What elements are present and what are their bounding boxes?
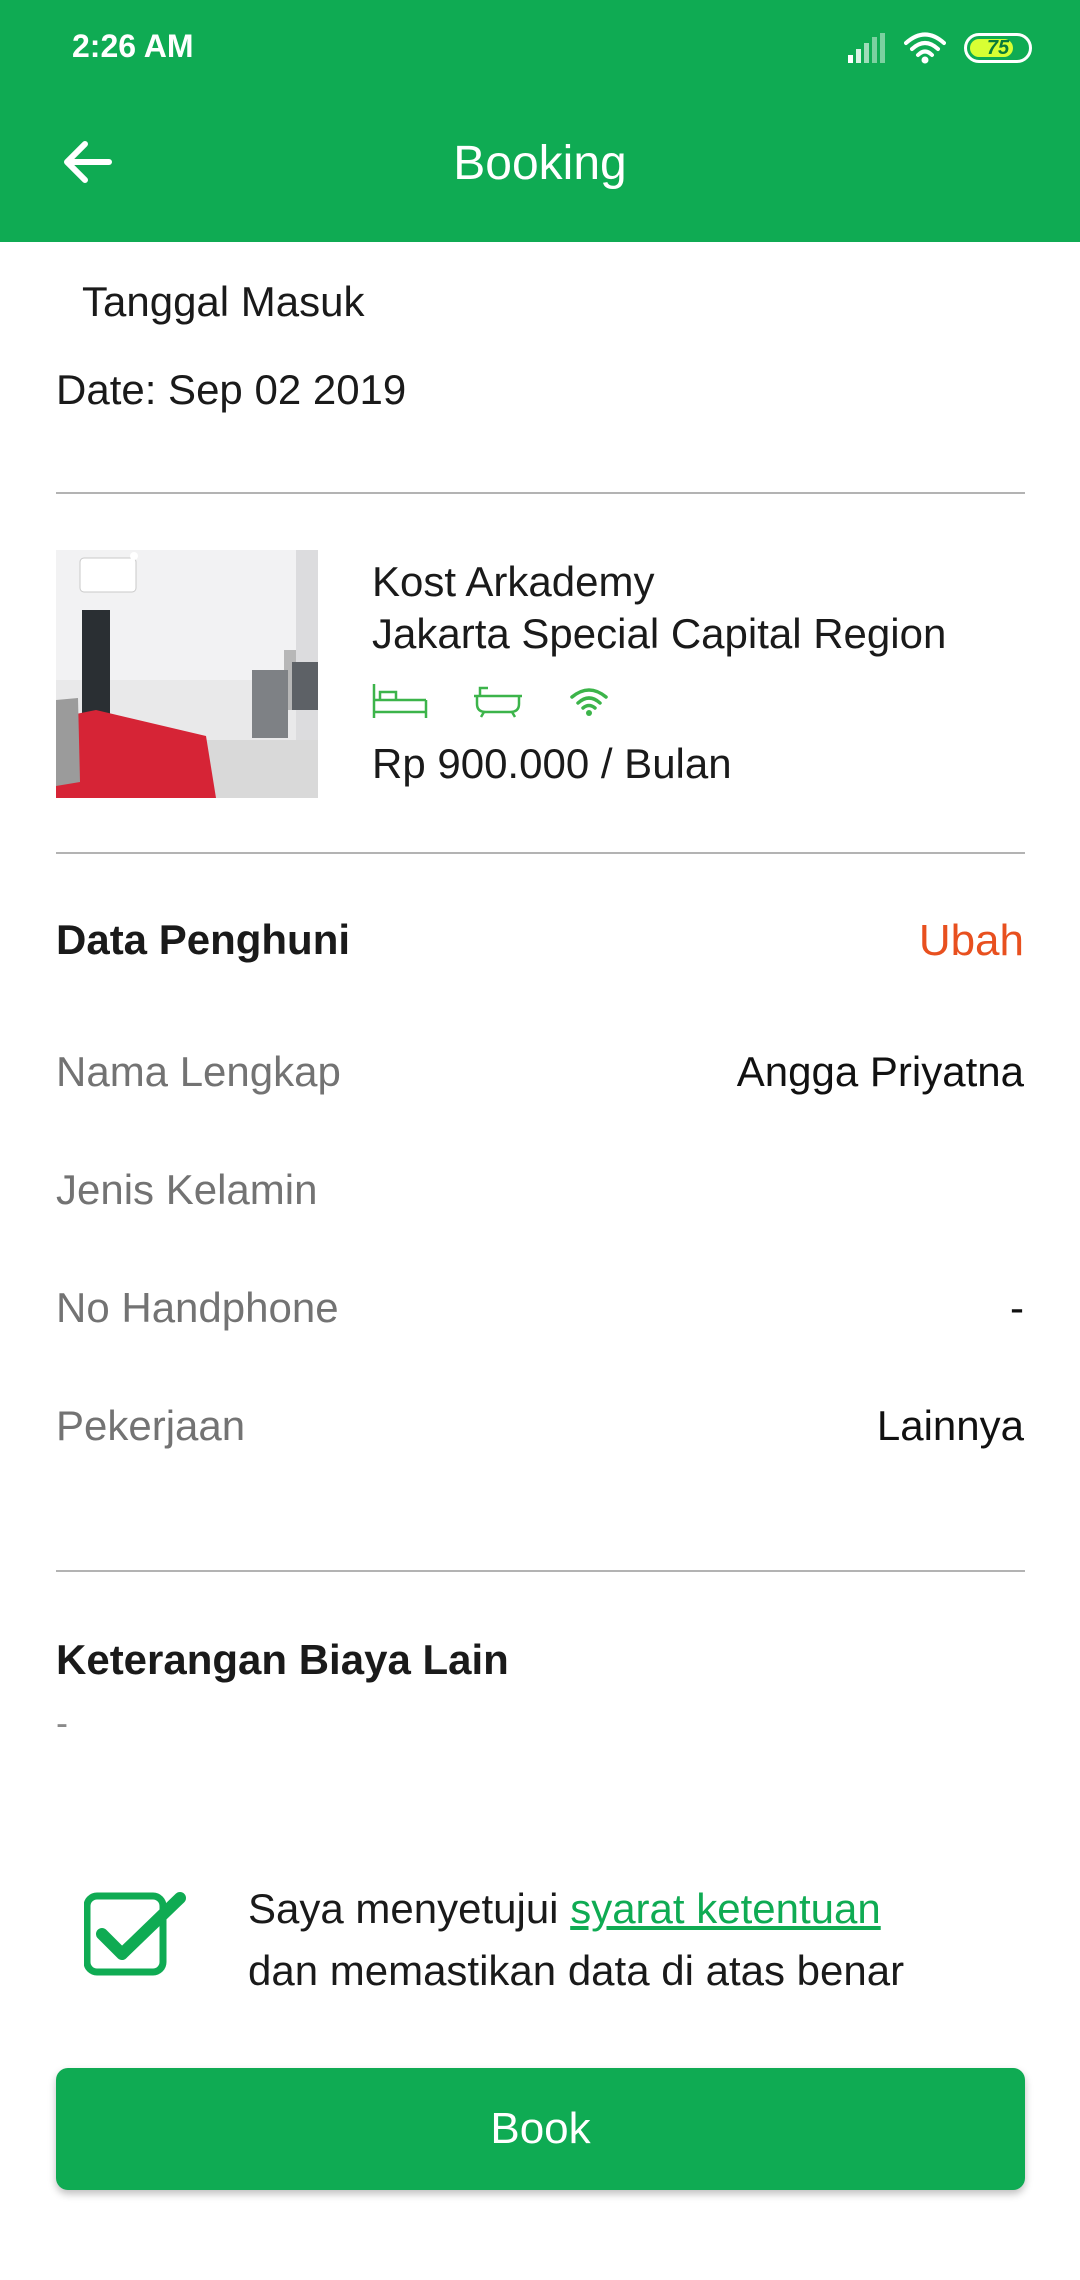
bed-icon xyxy=(372,684,428,718)
wifi-icon xyxy=(570,688,608,716)
divider xyxy=(56,1570,1025,1572)
other-costs-value: - xyxy=(56,1702,68,1743)
other-costs-title: Keterangan Biaya Lain xyxy=(56,1636,509,1683)
tenant-section-title: Data Penghuni xyxy=(56,916,351,963)
battery-level: 75 xyxy=(986,36,1010,59)
kost-location: Jakarta Special Capital Region xyxy=(372,610,947,657)
tenant-row-label: Pekerjaan xyxy=(56,1402,246,1449)
divider xyxy=(56,852,1025,854)
agreement-suffix: dan memastikan data di atas benar xyxy=(248,1947,905,1994)
agree-checkbox[interactable] xyxy=(83,1892,186,1976)
kost-name: Kost Arkademy xyxy=(372,558,655,605)
edit-tenant-link[interactable]: Ubah xyxy=(919,916,1024,966)
checkin-date[interactable]: Date: Sep 02 2019 xyxy=(56,366,406,414)
agreement-text: Saya menyetujui syarat ketentuan dan mem… xyxy=(248,1878,904,2002)
battery-indicator: 75 xyxy=(964,33,1032,63)
divider xyxy=(56,492,1025,494)
tenant-row-value: Lainnya xyxy=(876,1402,1024,1449)
app-bar: 2:26 AM 75 Booking xyxy=(0,0,1080,242)
agreement-prefix: Saya menyetujui xyxy=(248,1885,571,1932)
kost-name-block: Kost Arkademy Jakarta Special Capital Re… xyxy=(372,556,946,660)
status-time: 2:26 AM xyxy=(72,28,194,64)
kost-price: Rp 900.000 / Bulan xyxy=(372,740,732,787)
bathtub-icon xyxy=(474,686,522,718)
checkbox-checked-icon xyxy=(83,1892,186,1976)
book-button[interactable]: Book xyxy=(56,2068,1025,2190)
terms-link[interactable]: syarat ketentuan xyxy=(570,1885,881,1932)
tenant-row-label: Jenis Kelamin xyxy=(56,1166,318,1213)
tenant-row-label: No Handphone xyxy=(56,1284,339,1331)
signal-icon xyxy=(848,33,885,63)
tenant-row-value: Angga Priyatna xyxy=(736,1048,1024,1095)
page-title: Booking xyxy=(453,137,627,190)
wifi-status-icon xyxy=(904,32,946,64)
tenant-row-label: Nama Lengkap xyxy=(56,1048,341,1095)
kost-photo xyxy=(56,550,318,798)
facility-icons xyxy=(372,682,610,720)
checkin-label: Tanggal Masuk xyxy=(82,278,365,325)
status-icons: 75 xyxy=(846,26,1032,70)
tenant-row-value: - xyxy=(1010,1284,1024,1331)
